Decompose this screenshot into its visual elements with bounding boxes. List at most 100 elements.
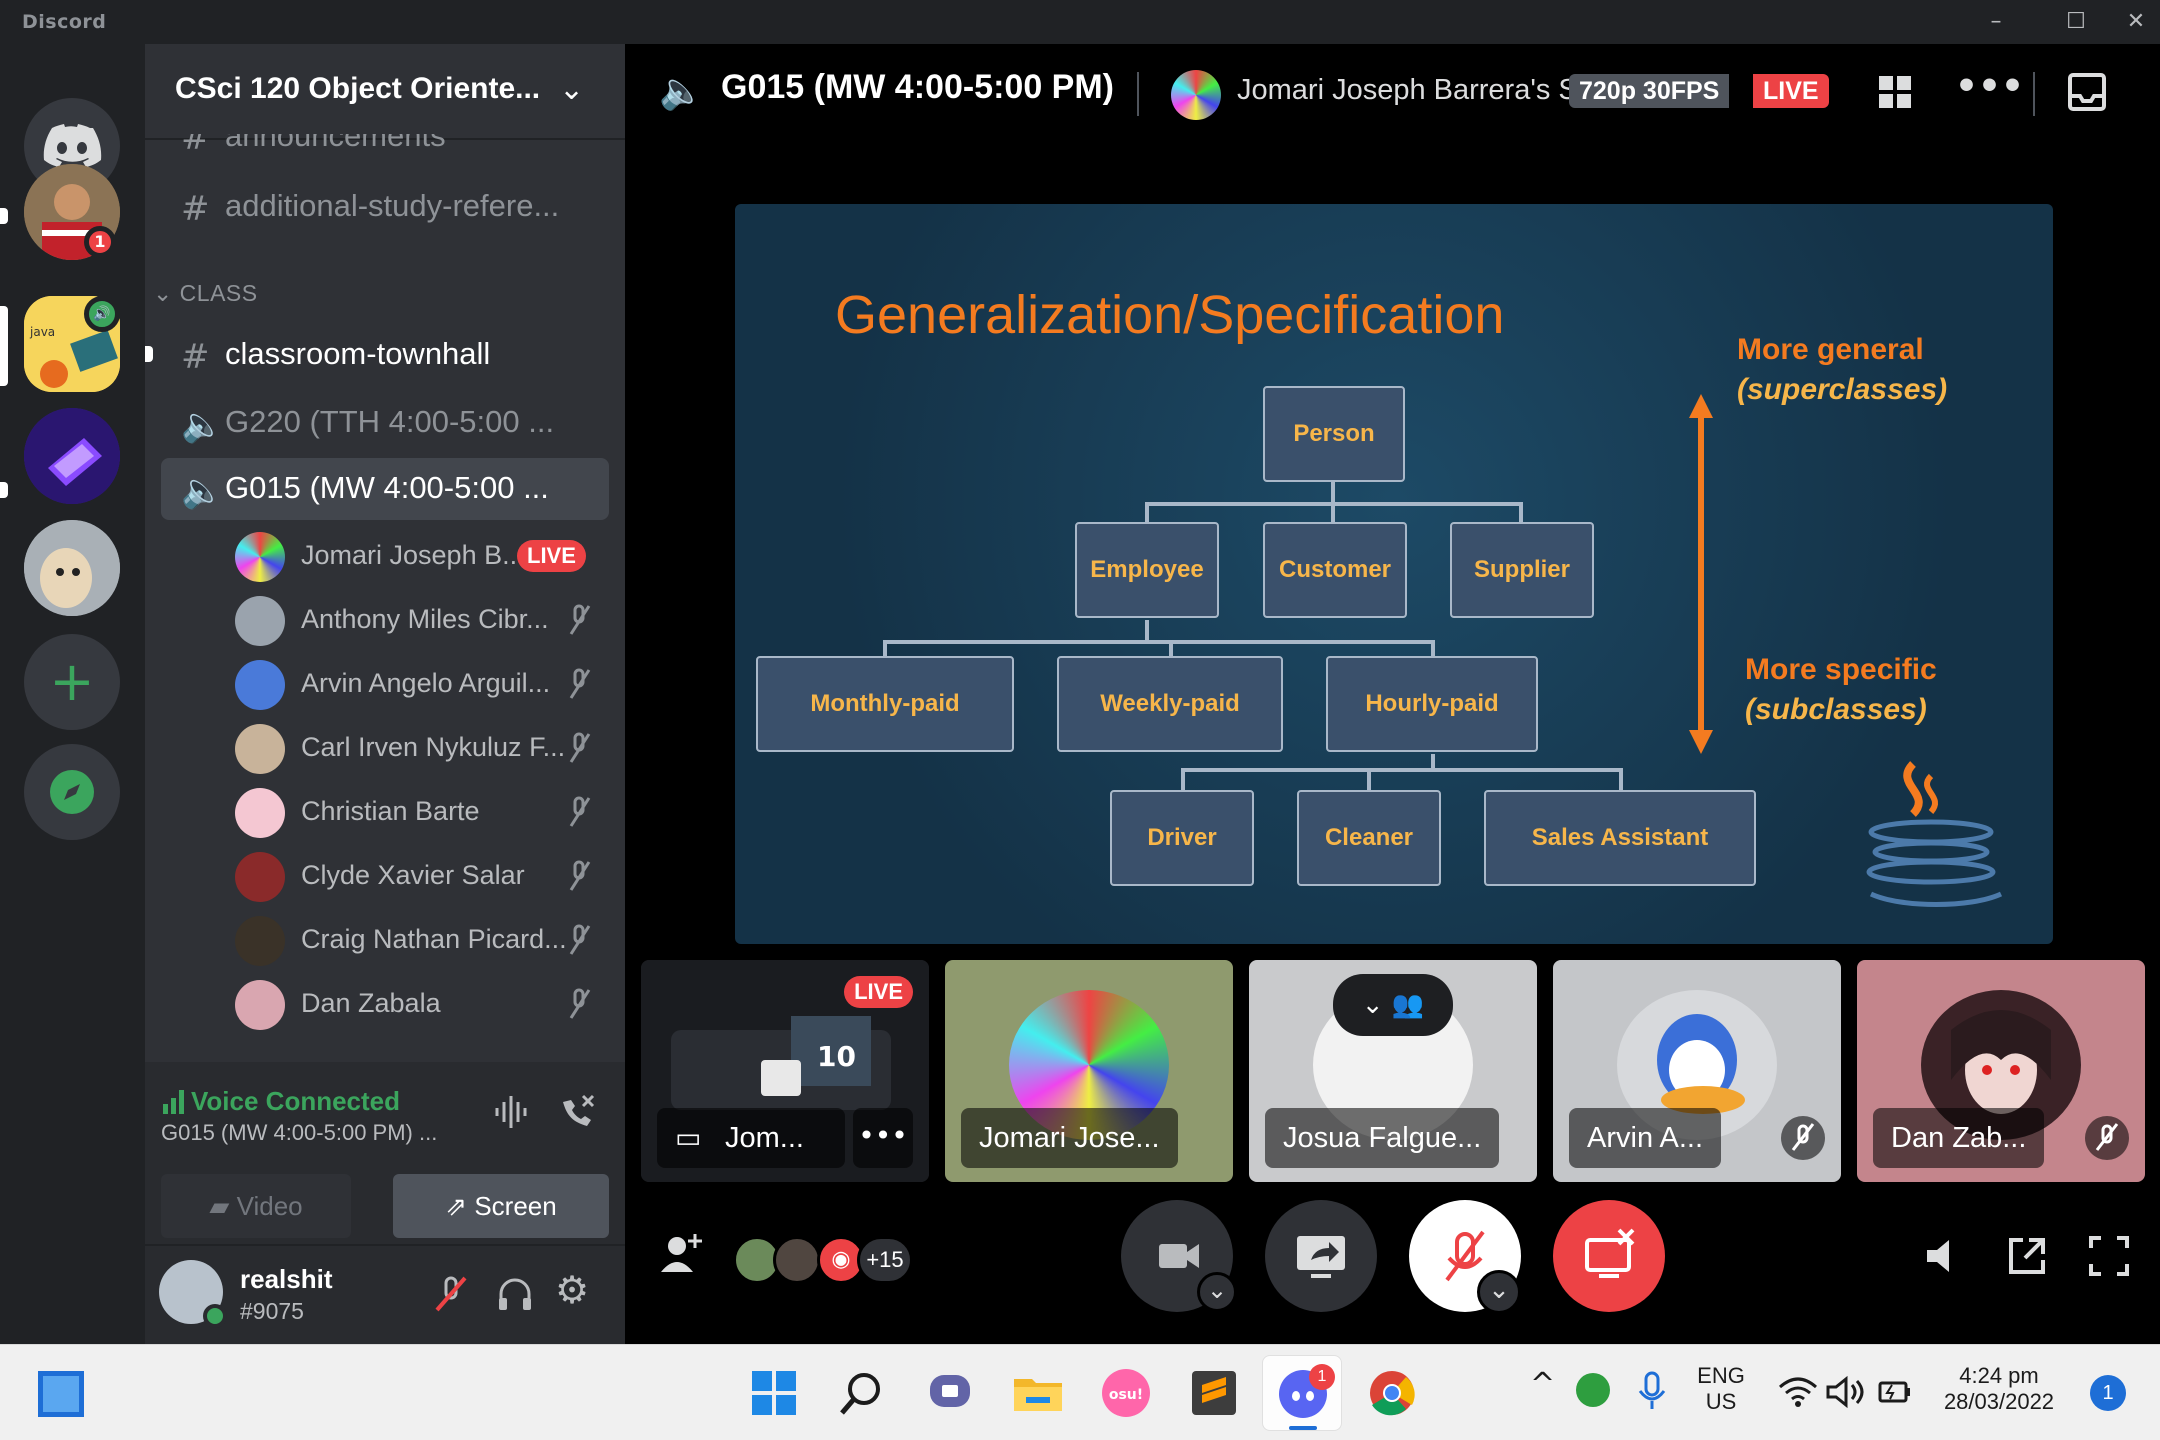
more-options-icon[interactable]: ••• [853,1108,913,1168]
channel-g220[interactable]: 🔈 G220 (TTH 4:00-5:00 ... [161,392,609,454]
disconnect-button[interactable] [1553,1200,1665,1312]
participant-tile[interactable]: Jomari Jose... [945,960,1233,1182]
search-icon[interactable] [834,1365,890,1421]
osu-icon[interactable]: osu! [1098,1365,1154,1421]
chrome-icon[interactable] [1364,1365,1420,1421]
fullscreen-icon[interactable] [2087,1234,2131,1282]
voice-user[interactable]: Craig Nathan Picard... [235,910,609,972]
plus-icon: + [49,650,95,713]
screen-share-stream[interactable]: Generalization/Specification Person Empl… [735,204,2053,944]
chevron-down-icon[interactable]: ⌄ [1197,1272,1237,1312]
voice-user[interactable]: Dan Zabala [235,974,609,1036]
voice-user-name: Christian Barte [301,796,480,826]
participant-tile[interactable]: ⌄ 👥 Josua Falgue... [1249,960,1537,1182]
battery-icon[interactable] [1874,1375,1914,1413]
server-dog[interactable] [24,520,120,616]
category-label: CLASS [179,280,258,306]
avatar [235,596,285,646]
chevron-up-icon[interactable]: ^ [1530,1367,1555,1402]
unread-pill [145,346,153,362]
app-title: Discord [22,11,107,33]
channel-g015[interactable]: 🔈 G015 (MW 4:00-5:00 ... [161,458,609,520]
mic-muted-icon [559,600,599,640]
add-server-button[interactable]: + [24,634,120,730]
microphone-icon[interactable] [1634,1371,1670,1415]
minimize-icon[interactable]: – [1966,4,2026,40]
voice-user[interactable]: Arvin Angelo Arguil... [235,654,609,716]
voice-user[interactable]: Jomari Joseph B... LIVE [235,526,609,588]
keyboard-language[interactable]: ENG US [1686,1363,1756,1415]
voice-channel-link[interactable]: G015 (MW 4:00-5:00 PM) ... [161,1120,437,1146]
discord-taskbar-button[interactable]: 1 [1262,1355,1342,1431]
invite-user-icon[interactable] [657,1230,705,1288]
volume-icon[interactable] [1921,1234,1965,1282]
disconnect-icon[interactable] [555,1090,599,1134]
teams-chat-icon[interactable] [922,1365,978,1421]
headphones-icon[interactable] [493,1272,537,1320]
channel-announcements[interactable]: # announcements [161,134,609,168]
chevron-down-icon: ⌄ [1361,990,1384,1020]
online-status-icon [203,1304,227,1328]
category-class[interactable]: ⌄ CLASS [153,280,258,307]
voice-status[interactable]: Voice Connected [191,1086,400,1117]
close-icon[interactable]: ✕ [2106,4,2160,40]
live-badge: LIVE [517,540,586,572]
participant-tile[interactable]: Arvin A... [1553,960,1841,1182]
stream-title: Jomari Joseph Barrera's S [1237,74,1578,106]
clock[interactable]: 4:24 pm 28/03/2022 [1924,1363,2074,1415]
share-screen-button[interactable] [1265,1200,1377,1312]
start-button[interactable] [746,1365,802,1421]
voice-user-name: Clyde Xavier Salar [301,860,525,890]
participant-tile[interactable]: LIVE 10 ▭ Jom... ••• [641,960,929,1182]
explore-button[interactable] [24,744,120,840]
avatar [235,916,285,966]
laptop-server-icon [24,408,120,504]
server-rail: 1 java 🔊 + [0,44,145,1344]
voice-user[interactable]: Anthony Miles Cibr... [235,590,609,652]
unread-pill [0,208,8,224]
speaker-icon: 🔈 [181,471,224,511]
avatar [1171,70,1221,120]
chevron-down-icon[interactable]: ⌄ [559,72,584,107]
notification-center-badge[interactable]: 1 [2090,1375,2126,1411]
box-person: Person [1263,386,1405,482]
more-options-icon[interactable]: ••• [1955,66,2024,107]
guild-header[interactable]: CSci 120 Object Oriente... ⌄ [145,44,625,140]
widgets-icon[interactable] [38,1371,84,1417]
more-general-note: More general (superclasses) [1737,330,1947,410]
channel-additional-study[interactable]: # additional-study-refere... [161,176,609,238]
voice-user[interactable]: Christian Barte [235,782,609,844]
voice-user[interactable]: Carl Irven Nykuluz F... [235,718,609,780]
inbox-icon[interactable] [2067,72,2107,116]
channel-classroom-townhall[interactable]: # classroom-townhall [161,324,609,386]
wifi-icon[interactable] [1778,1375,1818,1413]
mic-muted-icon[interactable] [429,1272,473,1320]
video-button[interactable]: ▰ Video [161,1174,351,1238]
noise-suppression-icon[interactable] [491,1092,531,1132]
chevron-down-icon[interactable]: ⌄ [1477,1270,1521,1314]
participant-name-wrap: ▭ Jom... [657,1108,845,1168]
box-employee: Employee [1075,522,1219,618]
user-tag: #9075 [240,1298,304,1324]
avatar [235,532,285,582]
screen-share-button[interactable]: ⇗ Screen [393,1174,609,1238]
sublime-text-icon[interactable] [1186,1365,1242,1421]
maximize-icon[interactable]: ☐ [2046,4,2106,40]
grid-layout-icon[interactable] [1877,74,1913,114]
more-participants-count[interactable]: +15 [857,1236,913,1284]
pop-out-icon[interactable] [2005,1234,2049,1282]
selected-pill [0,306,8,386]
svg-text:java: java [29,325,55,339]
server-purple[interactable] [24,408,120,504]
voice-user[interactable]: Clyde Xavier Salar [235,846,609,908]
header-divider [1137,72,1139,116]
participant-tile[interactable]: Dan Zab... [1857,960,2145,1182]
volume-icon[interactable] [1826,1375,1866,1413]
windows-taskbar: osu! 1 ^ ENG US 4:24 pm 28/03/2022 1 [0,1344,2160,1440]
signal-icon [163,1088,189,1118]
screen-icon: ▭ [675,1122,702,1153]
tray-app-icon[interactable] [1576,1373,1610,1407]
file-explorer-icon[interactable] [1010,1365,1066,1421]
participants-toggle[interactable]: ⌄ 👥 [1333,974,1453,1036]
settings-gear-icon[interactable]: ⚙ [555,1268,589,1312]
